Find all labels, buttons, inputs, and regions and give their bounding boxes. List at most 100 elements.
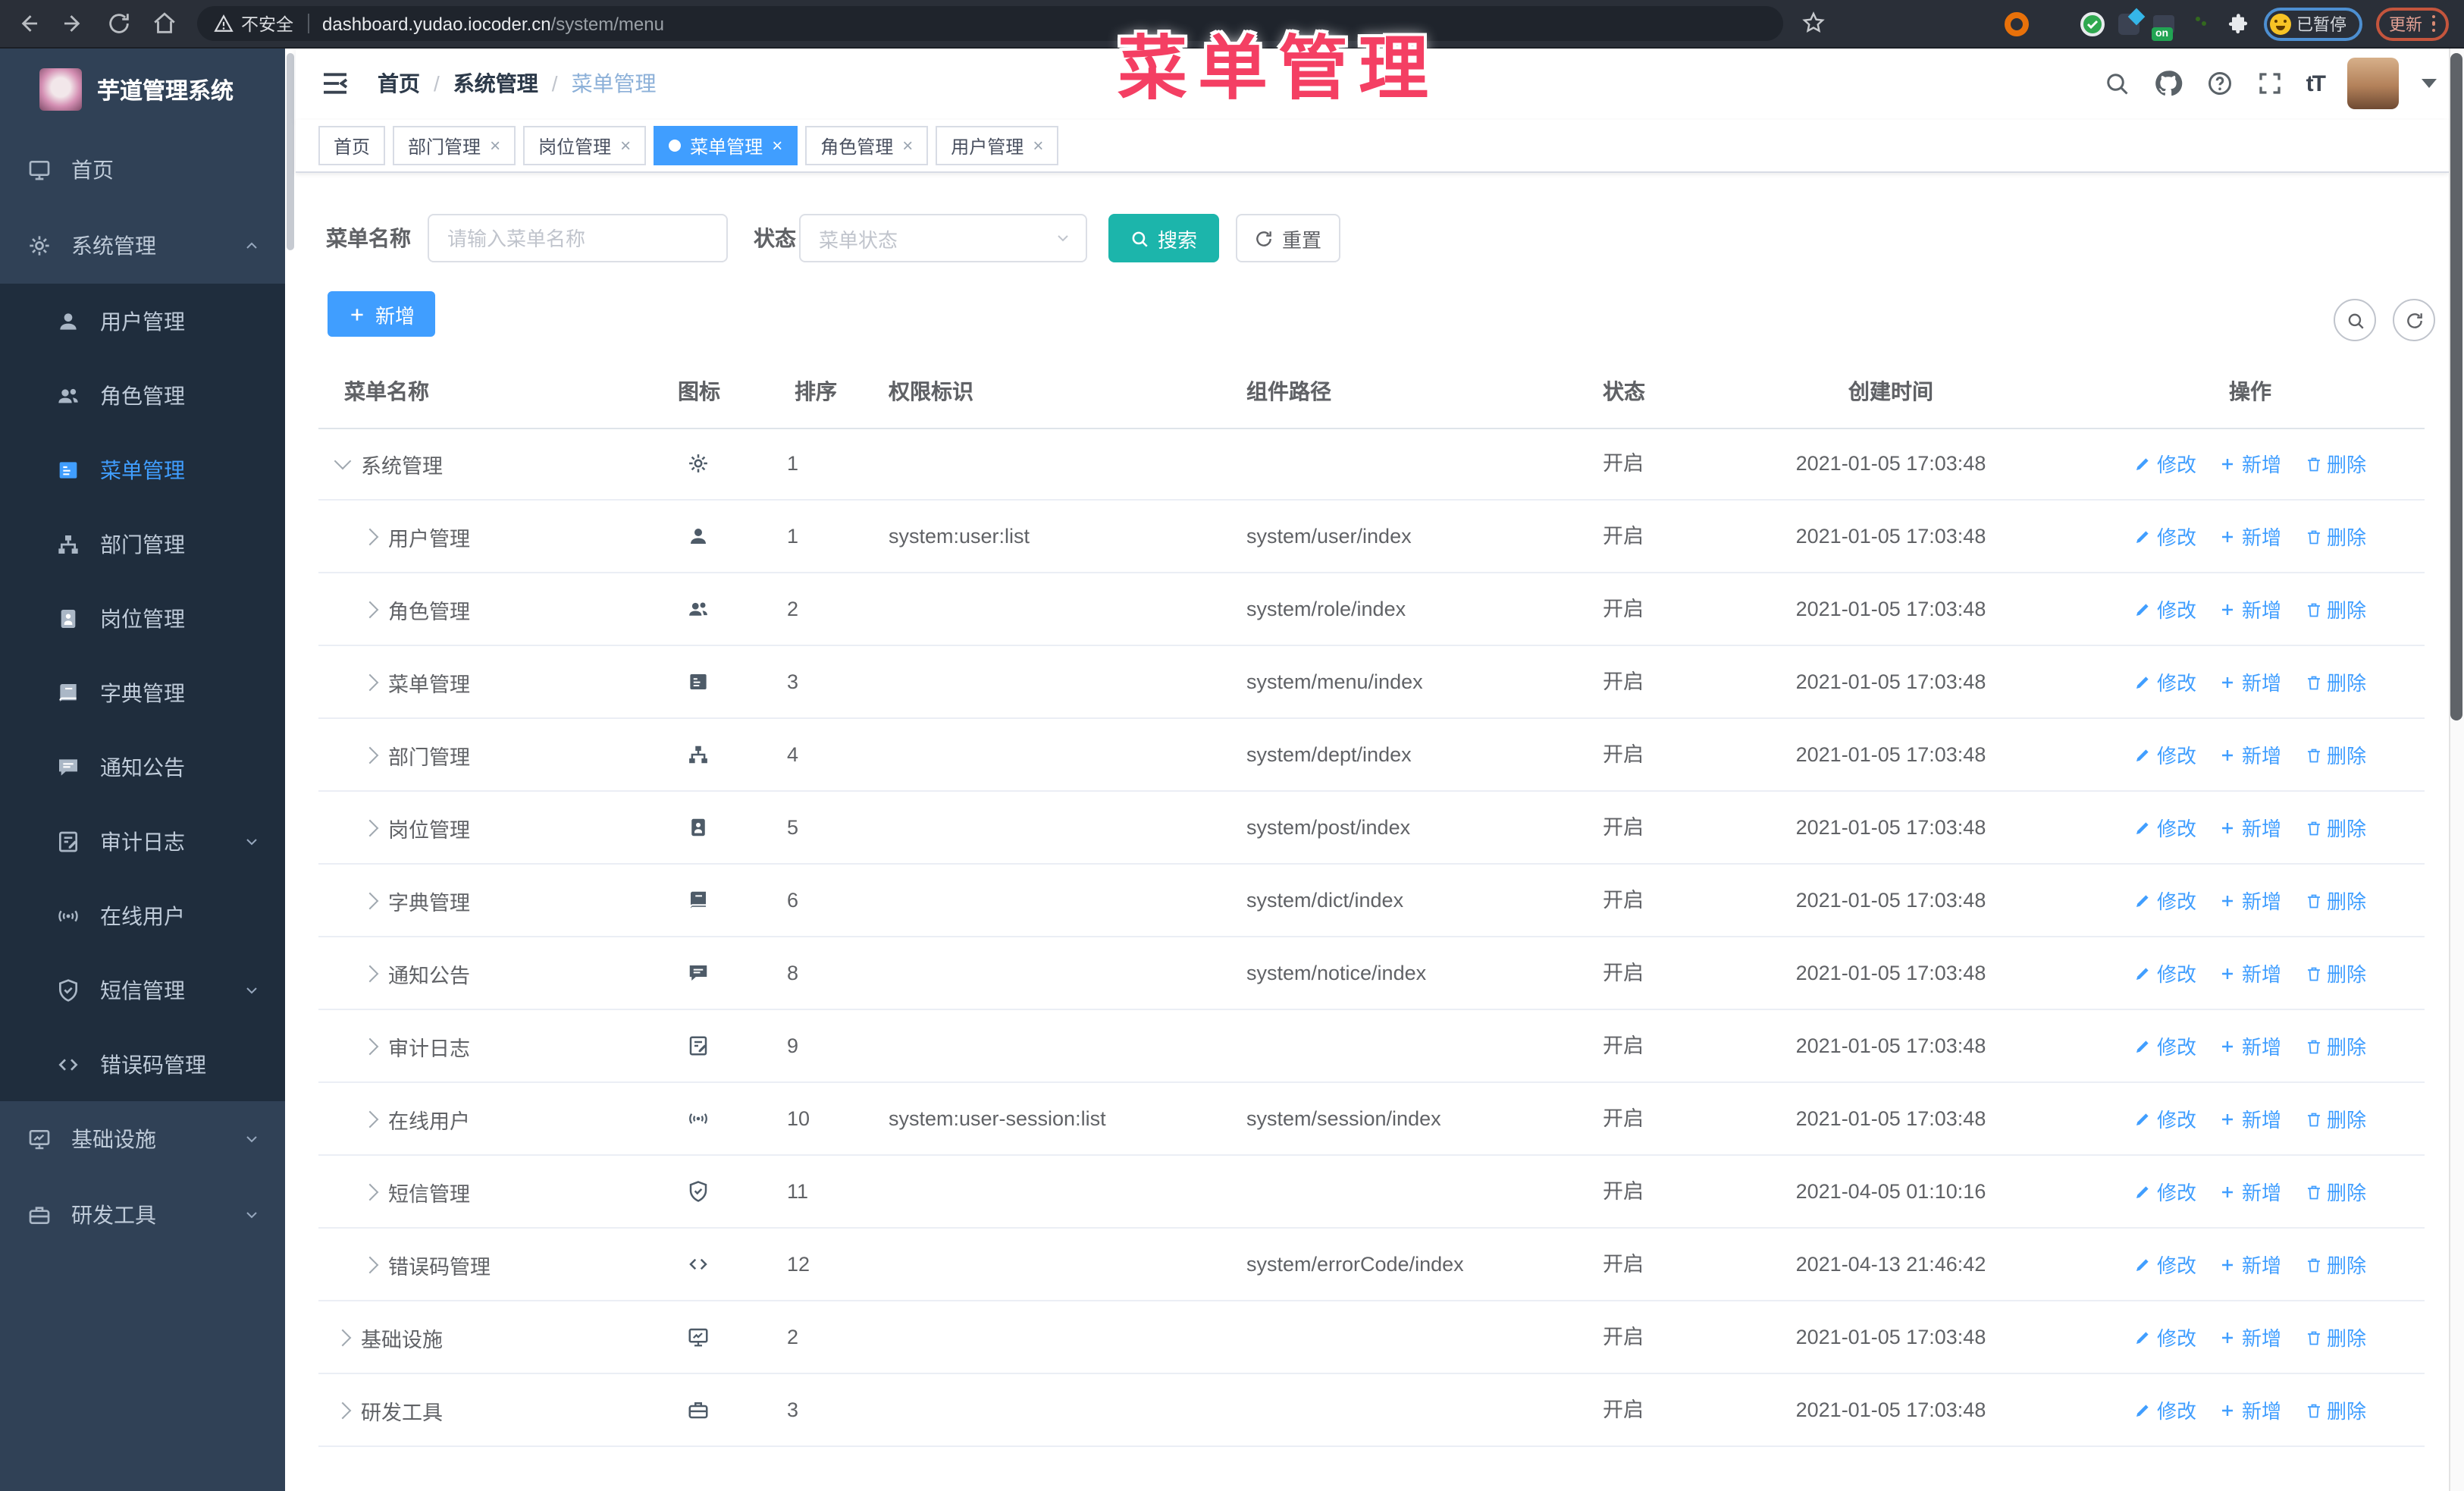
sidebar-item-0[interactable]: 首页 bbox=[0, 132, 285, 208]
sidebar-item-14[interactable]: 研发工具 bbox=[0, 1177, 285, 1253]
delete-action-link[interactable]: 删除 bbox=[2304, 886, 2366, 915]
table-row[interactable]: 角色管理 2 system/role/index 开启 2021-01-05 1… bbox=[318, 573, 2425, 646]
table-search-toggle-button[interactable] bbox=[2334, 299, 2376, 341]
sidebar-item-8[interactable]: 通知公告 bbox=[0, 730, 285, 804]
edit-action-link[interactable]: 修改 bbox=[2134, 1395, 2196, 1424]
menu-name-cell[interactable]: 错误码管理 bbox=[337, 1229, 491, 1300]
edit-action-link[interactable]: 修改 bbox=[2134, 959, 2196, 987]
table-row[interactable]: 审计日志 9 开启 2021-01-05 17:03:48 修改 新增 删除 bbox=[318, 1010, 2425, 1083]
add-action-link[interactable]: 新增 bbox=[2219, 1250, 2281, 1279]
menu-name-cell[interactable]: 基础设施 bbox=[334, 1301, 443, 1373]
delete-action-link[interactable]: 删除 bbox=[2304, 740, 2366, 769]
browser-update-button[interactable]: 更新 bbox=[2375, 7, 2449, 40]
breadcrumb-system[interactable]: 系统管理 bbox=[453, 68, 538, 99]
sidebar-item-2[interactable]: 用户管理 bbox=[0, 284, 285, 358]
github-icon[interactable] bbox=[2153, 68, 2183, 99]
expand-arrow-icon[interactable] bbox=[361, 891, 379, 909]
delete-action-link[interactable]: 删除 bbox=[2304, 1250, 2366, 1279]
edit-action-link[interactable]: 修改 bbox=[2134, 449, 2196, 478]
add-action-link[interactable]: 新增 bbox=[2219, 667, 2281, 696]
security-warning-icon[interactable] bbox=[214, 14, 234, 33]
browser-home-icon[interactable] bbox=[152, 11, 177, 36]
tab-close-icon[interactable]: × bbox=[772, 137, 782, 155]
add-action-link[interactable]: 新增 bbox=[2219, 886, 2281, 915]
sidebar-item-3[interactable]: 角色管理 bbox=[0, 358, 285, 432]
expand-arrow-icon[interactable] bbox=[334, 1401, 352, 1419]
expand-arrow-icon[interactable] bbox=[361, 1037, 379, 1055]
table-row[interactable]: 用户管理 1 system:user:list system/user/inde… bbox=[318, 501, 2425, 573]
delete-action-link[interactable]: 删除 bbox=[2304, 1177, 2366, 1206]
address-bar[interactable]: 不安全 dashboard.yudao.iocoder.cn /system/m… bbox=[197, 6, 1783, 41]
extensions-puzzle-icon[interactable] bbox=[2225, 11, 2249, 36]
sidebar-item-12[interactable]: 错误码管理 bbox=[0, 1027, 285, 1101]
tab-close-icon[interactable]: × bbox=[490, 137, 500, 155]
edit-action-link[interactable]: 修改 bbox=[2134, 595, 2196, 623]
breadcrumb-home[interactable]: 首页 bbox=[378, 68, 420, 99]
add-action-link[interactable]: 新增 bbox=[2219, 813, 2281, 842]
expand-arrow-icon[interactable] bbox=[361, 673, 379, 691]
expand-arrow-icon[interactable] bbox=[361, 1255, 379, 1273]
table-row[interactable]: 通知公告 8 system/notice/index 开启 2021-01-05… bbox=[318, 937, 2425, 1010]
sidebar-item-13[interactable]: 基础设施 bbox=[0, 1101, 285, 1177]
search-button[interactable]: 搜索 bbox=[1108, 214, 1219, 262]
browser-menu-dots-icon[interactable] bbox=[2431, 14, 2435, 33]
extension-paused-chip[interactable]: 已暂停 bbox=[2263, 7, 2362, 40]
menu-name-cell[interactable]: 短信管理 bbox=[337, 1156, 470, 1227]
menu-name-cell[interactable]: 角色管理 bbox=[337, 573, 470, 645]
delete-action-link[interactable]: 删除 bbox=[2304, 1395, 2366, 1424]
font-size-icon[interactable]: tT bbox=[2306, 71, 2326, 96]
help-icon[interactable] bbox=[2206, 70, 2234, 97]
add-action-link[interactable]: 新增 bbox=[2219, 1395, 2281, 1424]
add-action-link[interactable]: 新增 bbox=[2219, 740, 2281, 769]
menu-name-cell[interactable]: 菜单管理 bbox=[337, 646, 470, 717]
add-action-link[interactable]: 新增 bbox=[2219, 1104, 2281, 1133]
edit-action-link[interactable]: 修改 bbox=[2134, 1323, 2196, 1351]
edit-action-link[interactable]: 修改 bbox=[2134, 667, 2196, 696]
expand-arrow-icon[interactable] bbox=[361, 818, 379, 837]
extension-proxy-icon[interactable]: on bbox=[2151, 14, 2174, 40]
tab-close-icon[interactable]: × bbox=[902, 137, 913, 155]
expand-arrow-icon[interactable] bbox=[361, 1182, 379, 1201]
table-row[interactable]: 短信管理 11 开启 2021-04-05 01:10:16 修改 新增 删除 bbox=[318, 1156, 2425, 1229]
edit-action-link[interactable]: 修改 bbox=[2134, 1031, 2196, 1060]
reset-button[interactable]: 重置 bbox=[1236, 214, 1340, 262]
add-action-link[interactable]: 新增 bbox=[2219, 1323, 2281, 1351]
table-row[interactable]: 基础设施 2 开启 2021-01-05 17:03:48 修改 新增 删除 bbox=[318, 1301, 2425, 1374]
tags-view-tab[interactable]: 部门管理 × bbox=[393, 126, 516, 165]
status-select[interactable]: 菜单状态 bbox=[799, 214, 1087, 262]
sidebar-item-6[interactable]: 岗位管理 bbox=[0, 581, 285, 655]
extension-green-check-icon[interactable] bbox=[2080, 11, 2104, 36]
add-action-link[interactable]: 新增 bbox=[2219, 1177, 2281, 1206]
user-avatar[interactable] bbox=[2347, 58, 2399, 109]
menu-name-cell[interactable]: 在线用户 bbox=[337, 1083, 470, 1154]
table-row[interactable]: 部门管理 4 system/dept/index 开启 2021-01-05 1… bbox=[318, 719, 2425, 792]
edit-action-link[interactable]: 修改 bbox=[2134, 1177, 2196, 1206]
edit-action-link[interactable]: 修改 bbox=[2134, 813, 2196, 842]
menu-name-cell[interactable]: 审计日志 bbox=[337, 1010, 470, 1081]
sidebar-collapse-icon[interactable] bbox=[320, 68, 350, 99]
sidebar-scrollbar[interactable] bbox=[285, 47, 296, 1491]
extension-orange-icon[interactable] bbox=[2004, 11, 2028, 36]
menu-name-cell[interactable]: 岗位管理 bbox=[337, 792, 470, 863]
url-path[interactable]: /system/menu bbox=[551, 13, 664, 34]
sidebar-item-1[interactable]: 系统管理 bbox=[0, 208, 285, 284]
tags-view-tab[interactable]: 角色管理 × bbox=[805, 126, 929, 165]
extension-tabs-icon[interactable] bbox=[2118, 7, 2145, 34]
sidebar-item-11[interactable]: 短信管理 bbox=[0, 953, 285, 1027]
add-action-link[interactable]: 新增 bbox=[2219, 959, 2281, 987]
page-scrollbar-thumb[interactable] bbox=[2450, 53, 2462, 720]
edit-action-link[interactable]: 修改 bbox=[2134, 522, 2196, 551]
menu-name-cell[interactable]: 系统管理 bbox=[334, 428, 443, 499]
tags-view-tab[interactable]: 菜单管理 × bbox=[654, 126, 798, 165]
table-row[interactable]: 错误码管理 12 system/errorCode/index 开启 2021-… bbox=[318, 1229, 2425, 1301]
delete-action-link[interactable]: 删除 bbox=[2304, 595, 2366, 623]
browser-forward-icon[interactable] bbox=[61, 11, 86, 36]
table-row[interactable]: 在线用户 10 system:user-session:list system/… bbox=[318, 1083, 2425, 1156]
edit-action-link[interactable]: 修改 bbox=[2134, 740, 2196, 769]
fullscreen-icon[interactable] bbox=[2256, 70, 2284, 97]
expand-arrow-icon[interactable] bbox=[361, 964, 379, 982]
sidebar-item-4[interactable]: 菜单管理 bbox=[0, 432, 285, 507]
table-row[interactable]: 岗位管理 5 system/post/index 开启 2021-01-05 1… bbox=[318, 792, 2425, 865]
expand-arrow-icon[interactable] bbox=[361, 746, 379, 764]
sidebar-item-7[interactable]: 字典管理 bbox=[0, 655, 285, 730]
